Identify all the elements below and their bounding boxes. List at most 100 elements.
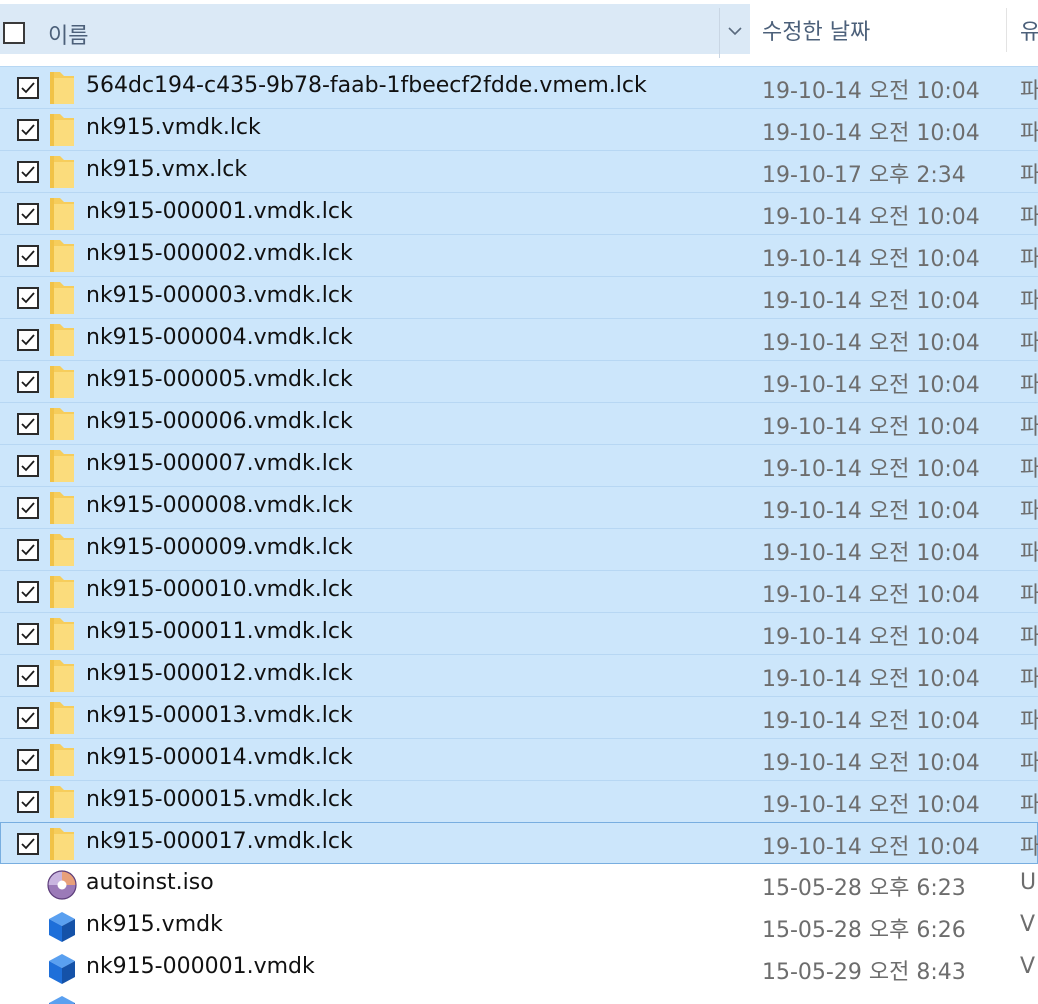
row-checkbox[interactable] [17, 539, 39, 561]
file-row[interactable]: nk915-000011.vmdk.lck 19-10-14 오전 10:04 파 [0, 612, 1038, 654]
file-row[interactable]: nk915.vmdk.lck 19-10-14 오전 10:04 파 [0, 108, 1038, 150]
file-type: 파 [1020, 667, 1038, 692]
date-modified-column-header[interactable]: 수정한 날짜 [762, 14, 870, 46]
folder-icon [46, 616, 78, 652]
file-date-modified: 15-05-28 오후 6:23 [762, 876, 966, 901]
checkmark-icon [21, 712, 35, 724]
file-row[interactable]: nk915-000013.vmdk.lck 19-10-14 오전 10:04 파 [0, 696, 1038, 738]
file-type: 파 [1020, 247, 1038, 272]
file-name: nk915-000002.vmdk.lck [86, 241, 353, 266]
row-checkbox[interactable] [17, 749, 39, 771]
file-explorer-details-view: 이름 수정한 날짜 유 564dc194-c435-9b78-faab-1fbe… [0, 0, 1038, 1004]
file-name: nk915.vmx.lck [86, 157, 248, 182]
folder-icon [46, 406, 78, 442]
file-row[interactable]: nk915-000001.vmdk 15-05-29 오전 8:43 V [0, 948, 1038, 990]
file-type: 파 [1020, 373, 1038, 398]
file-type: 파 [1020, 625, 1038, 650]
row-checkbox[interactable] [17, 581, 39, 603]
file-date-modified: 19-10-14 오전 10:04 [762, 121, 980, 146]
row-checkbox[interactable] [17, 791, 39, 813]
row-checkbox[interactable] [17, 413, 39, 435]
file-type: 파 [1020, 583, 1038, 608]
file-date-modified: 19-10-14 오전 10:04 [762, 331, 980, 356]
file-row[interactable]: nk915-000008.vmdk.lck 19-10-14 오전 10:04 파 [0, 486, 1038, 528]
file-row[interactable] [0, 990, 1038, 1004]
row-checkbox[interactable] [17, 287, 39, 309]
file-type: 파 [1020, 121, 1038, 146]
file-row[interactable]: nk915-000003.vmdk.lck 19-10-14 오전 10:04 파 [0, 276, 1038, 318]
file-row[interactable]: nk915-000015.vmdk.lck 19-10-14 오전 10:04 파 [0, 780, 1038, 822]
file-type: 파 [1020, 499, 1038, 524]
file-name: nk915-000013.vmdk.lck [86, 703, 353, 728]
row-checkbox[interactable] [17, 497, 39, 519]
row-checkbox[interactable] [17, 833, 39, 855]
row-checkbox[interactable] [17, 203, 39, 225]
row-checkbox[interactable] [17, 245, 39, 267]
checkmark-icon [21, 460, 35, 472]
file-type: 파 [1020, 331, 1038, 356]
row-checkbox[interactable] [17, 119, 39, 141]
file-date-modified: 19-10-14 오전 10:04 [762, 751, 980, 776]
file-row[interactable]: 564dc194-c435-9b78-faab-1fbeecf2fdde.vme… [0, 66, 1038, 108]
name-column-dropdown-button[interactable] [719, 8, 750, 58]
row-checkbox[interactable] [17, 623, 39, 645]
column-divider[interactable] [1006, 8, 1007, 52]
select-all-checkbox[interactable] [3, 22, 25, 44]
file-date-modified: 19-10-14 오전 10:04 [762, 289, 980, 314]
row-checkbox[interactable] [17, 371, 39, 393]
row-checkbox[interactable] [17, 455, 39, 477]
folder-icon [46, 364, 78, 400]
file-row[interactable]: nk915.vmdk 15-05-28 오후 6:26 V [0, 906, 1038, 948]
row-checkbox[interactable] [17, 707, 39, 729]
file-name: nk915.vmdk [86, 912, 223, 937]
file-name: nk915.vmdk.lck [86, 115, 261, 140]
file-row[interactable]: nk915-000001.vmdk.lck 19-10-14 오전 10:04 파 [0, 192, 1038, 234]
folder-icon [46, 322, 78, 358]
file-type: 파 [1020, 793, 1038, 818]
file-date-modified: 19-10-14 오전 10:04 [762, 373, 980, 398]
row-checkbox[interactable] [17, 329, 39, 351]
disc-image-icon [46, 867, 78, 903]
file-date-modified: 15-05-29 오전 8:43 [762, 960, 966, 985]
file-name: nk915-000017.vmdk.lck [86, 829, 353, 854]
row-checkbox[interactable] [17, 665, 39, 687]
file-row[interactable]: nk915-000010.vmdk.lck 19-10-14 오전 10:04 파 [0, 570, 1038, 612]
column-header-bar: 이름 수정한 날짜 유 [0, 0, 1038, 58]
file-date-modified: 19-10-14 오전 10:04 [762, 415, 980, 440]
file-row[interactable]: nk915-000017.vmdk.lck 19-10-14 오전 10:04 파 [0, 822, 1038, 864]
file-row[interactable]: nk915-000002.vmdk.lck 19-10-14 오전 10:04 파 [0, 234, 1038, 276]
type-column-header[interactable]: 유 [1020, 14, 1038, 46]
row-checkbox[interactable] [17, 161, 39, 183]
checkmark-icon [21, 628, 35, 640]
checkmark-icon [21, 292, 35, 304]
name-column-label: 이름 [48, 24, 89, 49]
file-date-modified: 19-10-14 오전 10:04 [762, 79, 980, 104]
file-type: V [1020, 912, 1036, 937]
file-date-modified: 19-10-14 오전 10:04 [762, 457, 980, 482]
file-row[interactable]: nk915-000007.vmdk.lck 19-10-14 오전 10:04 파 [0, 444, 1038, 486]
folder-icon [46, 658, 78, 694]
row-checkbox[interactable] [17, 77, 39, 99]
chevron-down-icon [728, 27, 742, 36]
file-row[interactable]: nk915-000004.vmdk.lck 19-10-14 오전 10:04 파 [0, 318, 1038, 360]
vmdk-cube-icon [46, 993, 78, 1004]
file-name: nk915-000006.vmdk.lck [86, 409, 353, 434]
file-type: 파 [1020, 541, 1038, 566]
file-date-modified: 19-10-17 오후 2:34 [762, 163, 966, 188]
file-row[interactable]: autoinst.iso 15-05-28 오후 6:23 U [0, 864, 1038, 906]
file-row[interactable]: nk915-000014.vmdk.lck 19-10-14 오전 10:04 파 [0, 738, 1038, 780]
file-name: autoinst.iso [86, 870, 214, 895]
file-type: 파 [1020, 751, 1038, 776]
file-row[interactable]: nk915-000006.vmdk.lck 19-10-14 오전 10:04 파 [0, 402, 1038, 444]
checkmark-icon [21, 376, 35, 388]
file-row[interactable]: nk915-000005.vmdk.lck 19-10-14 오전 10:04 파 [0, 360, 1038, 402]
file-row[interactable]: nk915-000009.vmdk.lck 19-10-14 오전 10:04 파 [0, 528, 1038, 570]
checkmark-icon [21, 586, 35, 598]
file-row[interactable]: nk915.vmx.lck 19-10-17 오후 2:34 파 [0, 150, 1038, 192]
file-date-modified: 19-10-14 오전 10:04 [762, 709, 980, 734]
checkmark-icon [21, 334, 35, 346]
file-name: nk915-000008.vmdk.lck [86, 493, 353, 518]
name-column-header[interactable]: 이름 [0, 4, 750, 58]
checkmark-icon [21, 754, 35, 766]
file-row[interactable]: nk915-000012.vmdk.lck 19-10-14 오전 10:04 파 [0, 654, 1038, 696]
